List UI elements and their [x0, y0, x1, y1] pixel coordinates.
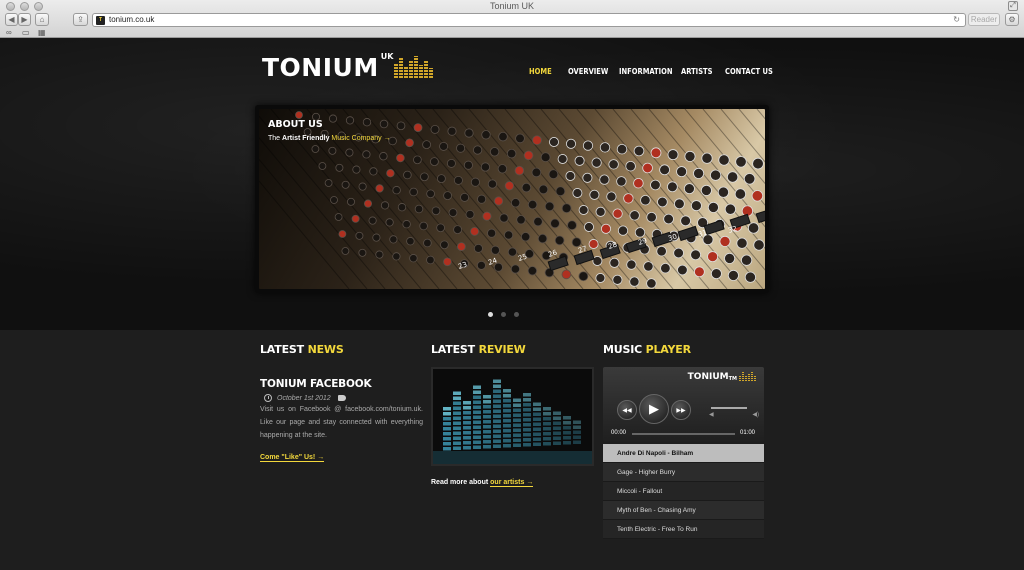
player-heading-white: MUSIC: [603, 343, 642, 356]
share-button[interactable]: ⇪: [73, 13, 88, 26]
slide-mixing-console: 23 24 25 26 27 28 29 30 31 32 ABOUT US The Artist…: [259, 109, 765, 289]
slide-subtitle-link[interactable]: Music Company →: [331, 135, 390, 142]
clock-icon: [264, 394, 272, 402]
playlist-track[interactable]: Tenth Electric - Free To Run: [603, 520, 764, 539]
nav-artists[interactable]: ARTISTS: [681, 67, 713, 76]
review-equalizer-image[interactable]: [431, 367, 594, 466]
logo-text: TONIUM: [262, 53, 379, 82]
top-sites-grid-icon[interactable]: ▦: [38, 28, 46, 37]
playlist-track[interactable]: Myth of Ben - Chasing Amy: [603, 501, 764, 520]
time-total: 01:00: [740, 430, 756, 436]
tag-icon[interactable]: [337, 395, 346, 401]
player-logo-tm: TM: [728, 376, 737, 382]
hero-slider[interactable]: 23 24 25 26 27 28 29 30 31 32 ABOUT US The Artist…: [255, 105, 769, 293]
our-artists-link[interactable]: our artists →: [490, 479, 534, 487]
player-logo-text: TONIUM: [687, 372, 729, 382]
rewind-button[interactable]: ◀◀: [617, 400, 637, 420]
player-equalizer-icon: [739, 372, 756, 381]
news-item-title[interactable]: TONIUM FACEBOOK: [260, 378, 372, 390]
news-heading-white: LATEST: [260, 343, 304, 356]
news-heading-yellow: NEWS: [307, 343, 344, 356]
home-button[interactable]: ⌂: [35, 13, 49, 26]
web-page: TONIUM UK HOME OVERVIEW INFORMATION ARTI…: [0, 38, 1024, 570]
reader-button[interactable]: Reader: [968, 13, 1000, 26]
review-heading: LATEST REVIEW: [431, 343, 526, 356]
nav-overview[interactable]: OVERVIEW: [568, 67, 608, 76]
volume-high-icon[interactable]: ◀): [752, 411, 759, 418]
nav-contact-us[interactable]: CONTACT US: [725, 67, 773, 76]
review-more-prefix: Read more about: [431, 479, 489, 486]
slide-subtitle-bold: Artist Friendly: [282, 135, 330, 142]
browser-chrome: Tonium UK ⤢ ◀ ▶ ⌂ ⇪ T tonium.co.uk ↻ Rea…: [0, 0, 1024, 38]
window-title: Tonium UK: [489, 1, 534, 11]
volume-low-icon[interactable]: ◀: [709, 411, 714, 418]
reload-icon[interactable]: ↻: [953, 15, 960, 24]
url-text: tonium.co.uk: [109, 15, 155, 24]
slide-subtitle-prefix: The: [268, 135, 281, 142]
music-player: TONIUM TM ◀◀ ▶ ▶▶ ◀ ◀) 00:00 01:00: [603, 367, 764, 442]
review-read-more: Read more about our artists →: [431, 479, 534, 487]
nav-information[interactable]: INFORMATION: [619, 67, 673, 76]
bookmarks-book-icon[interactable]: ▭: [22, 28, 30, 37]
news-date: October 1st 2012: [277, 394, 331, 402]
site-logo[interactable]: TONIUM UK: [262, 52, 434, 82]
slide-subtitle: The Artist Friendly Music Company →: [268, 135, 391, 142]
news-heading: LATEST NEWS: [260, 343, 344, 356]
bookmarks-bar: ∞ ▭ ▦: [0, 28, 1024, 38]
address-bar[interactable]: T tonium.co.uk ↻: [92, 13, 966, 27]
facebook-like-link[interactable]: Come "Like" Us! →: [260, 454, 325, 462]
playlist-track[interactable]: Andre Di Napoli - Bilham: [603, 444, 764, 463]
review-heading-yellow: REVIEW: [478, 343, 526, 356]
playlist: Andre Di Napoli - Bilham Gage - Higher B…: [603, 444, 764, 539]
fullscreen-icon[interactable]: ⤢: [1008, 1, 1018, 11]
playlist-track[interactable]: Gage - Higher Burry: [603, 463, 764, 482]
title-bar: Tonium UK ⤢: [0, 0, 1024, 12]
slider-dot-1[interactable]: [488, 312, 493, 317]
volume-slider[interactable]: [711, 407, 747, 409]
back-button[interactable]: ◀: [5, 13, 18, 26]
fast-forward-button[interactable]: ▶▶: [671, 400, 691, 420]
slide-title: ABOUT US: [268, 119, 323, 130]
equalizer-logo-icon: [394, 56, 434, 78]
slider-pagination: [488, 312, 519, 317]
player-logo: TONIUM TM: [688, 372, 756, 382]
review-heading-white: LATEST: [431, 343, 475, 356]
track-progress-bar[interactable]: [632, 433, 735, 435]
slider-dot-3[interactable]: [514, 312, 519, 317]
site-favicon-icon: T: [96, 16, 105, 25]
player-heading: MUSIC PLAYER: [603, 343, 691, 356]
playlist-track[interactable]: Miccoli - Fallout: [603, 482, 764, 501]
browser-toolbar: ◀ ▶ ⌂ ⇪ T tonium.co.uk ↻ Reader ⚙: [0, 12, 1024, 28]
time-current: 00:00: [611, 430, 627, 436]
play-button[interactable]: ▶: [639, 394, 669, 424]
nav-home[interactable]: HOME: [529, 67, 552, 76]
news-body: Visit us on Facebook @ facebook.com/toni…: [260, 406, 423, 439]
news-meta: October 1st 2012: [264, 394, 346, 402]
volume-icons: ◀ ◀): [709, 411, 759, 418]
player-heading-yellow: PLAYER: [645, 343, 691, 356]
settings-gear-icon[interactable]: ⚙: [1005, 13, 1019, 26]
logo-uk-superscript: UK: [380, 52, 394, 61]
slider-dot-2[interactable]: [501, 312, 506, 317]
reading-list-icon[interactable]: ∞: [6, 28, 12, 37]
forward-button[interactable]: ▶: [18, 13, 31, 26]
equalizer-bars-image: [433, 379, 592, 464]
